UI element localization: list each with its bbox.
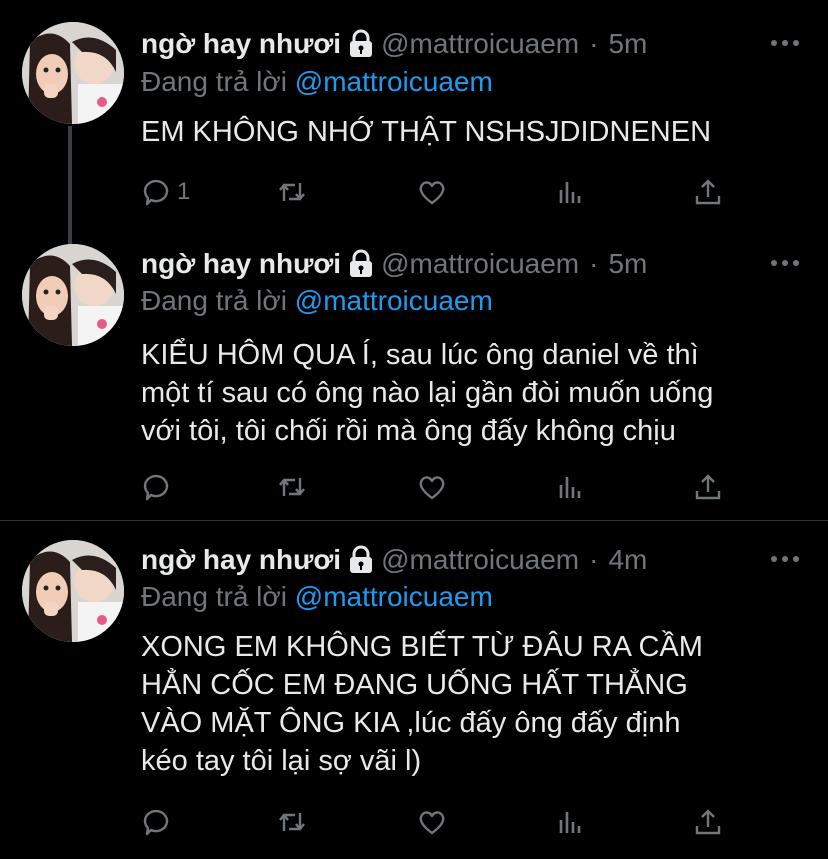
tweet-text-line: KIỂU HÔM QUA Í, sau lúc ông daniel về th… <box>141 339 699 371</box>
more-options-icon[interactable] <box>770 258 800 268</box>
timestamp[interactable]: 5m <box>608 248 647 280</box>
avatar[interactable] <box>22 540 124 642</box>
tweet-text-line: kéo tay tôi lại sợ vãi l) <box>141 745 422 777</box>
lock-icon <box>347 29 375 59</box>
more-options-icon[interactable] <box>770 38 800 48</box>
more-options-icon[interactable] <box>770 554 800 564</box>
tweet-header: ngờ hay nhươi @mattroicuaem · 5m <box>141 246 647 282</box>
user-handle[interactable]: @mattroicuaem <box>381 248 579 280</box>
replying-to: Đang trả lời @mattroicuaem <box>141 581 493 613</box>
display-name[interactable]: ngờ hay nhươi <box>141 28 341 60</box>
share-icon <box>695 179 721 205</box>
mention-link[interactable]: @mattroicuaem <box>295 285 493 316</box>
lock-icon <box>347 249 375 279</box>
retweet-button[interactable] <box>277 470 307 504</box>
retweet-icon <box>279 478 305 496</box>
retweet-icon <box>279 813 305 831</box>
tweet-text-line: EM KHÔNG NHỚ THẬT NSHSJDIDNENEN <box>141 116 712 148</box>
thread-line <box>68 126 72 244</box>
replying-to: Đang trả lời @mattroicuaem <box>141 66 493 98</box>
tweet-text: EM KHÔNG NHỚ THẬT NSHSJDIDNENEN <box>141 113 801 151</box>
action-bar <box>141 805 731 839</box>
share-button[interactable] <box>693 175 723 209</box>
tweet-text: KIỂU HÔM QUA Í, sau lúc ông daniel về th… <box>141 336 801 450</box>
action-bar: 1 <box>141 175 731 209</box>
lock-icon <box>347 545 375 575</box>
avatar[interactable] <box>22 22 124 124</box>
mention-link[interactable]: @mattroicuaem <box>295 581 493 612</box>
tweet-3[interactable]: ngờ hay nhươi @mattroicuaem · 4m Đang tr… <box>0 521 828 859</box>
tweet-text-line: XONG EM KHÔNG BIẾT TỪ ĐÂU RA CẦM <box>141 631 703 663</box>
share-button[interactable] <box>693 470 723 504</box>
like-icon <box>419 811 445 835</box>
views-button[interactable] <box>555 175 585 209</box>
share-icon <box>695 474 721 500</box>
reply-icon <box>143 474 169 501</box>
reply-count: 1 <box>177 178 191 205</box>
like-icon <box>419 476 445 500</box>
reply-button[interactable]: 1 <box>141 175 190 209</box>
tweet-1[interactable]: ngờ hay nhươi @mattroicuaem · 5m Đang tr… <box>0 0 828 244</box>
views-icon <box>559 182 581 203</box>
like-button[interactable] <box>417 470 447 504</box>
views-button[interactable] <box>555 805 585 839</box>
views-icon <box>559 812 581 833</box>
tweet-text: XONG EM KHÔNG BIẾT TỪ ĐÂU RA CẦM HẲN CỐC… <box>141 628 801 780</box>
display-name[interactable]: ngờ hay nhươi <box>141 544 341 576</box>
replying-to-label: Đang trả lời <box>141 66 287 97</box>
retweet-button[interactable] <box>277 805 307 839</box>
like-icon <box>419 181 445 205</box>
replying-to: Đang trả lời @mattroicuaem <box>141 285 493 317</box>
share-button[interactable] <box>693 805 723 839</box>
user-handle[interactable]: @mattroicuaem <box>381 28 579 60</box>
tweet-2[interactable]: ngờ hay nhươi @mattroicuaem · 5m Đang tr… <box>0 240 828 520</box>
timestamp[interactable]: 5m <box>608 28 647 60</box>
views-button[interactable] <box>555 470 585 504</box>
user-handle[interactable]: @mattroicuaem <box>381 544 579 576</box>
tweet-header: ngờ hay nhươi @mattroicuaem · 5m <box>141 26 647 62</box>
replying-to-label: Đang trả lời <box>141 581 287 612</box>
like-button[interactable] <box>417 175 447 209</box>
display-name[interactable]: ngờ hay nhươi <box>141 248 341 280</box>
timestamp[interactable]: 4m <box>608 544 647 576</box>
replying-to-label: Đang trả lời <box>141 285 287 316</box>
reply-button[interactable] <box>141 805 171 839</box>
views-icon <box>559 477 581 498</box>
tweet-text-line: HẲN CỐC EM ĐANG UỐNG HẤT THẲNG <box>141 669 688 701</box>
retweet-icon <box>279 183 305 201</box>
tweet-text-line: với tôi, tôi chối rồi mà ông đấy không c… <box>141 415 676 447</box>
like-button[interactable] <box>417 805 447 839</box>
reply-button[interactable] <box>141 470 171 504</box>
action-bar <box>141 470 731 504</box>
tweet-text-line: một tí sau có ông nào lại gần đòi muốn u… <box>141 377 714 409</box>
retweet-button[interactable] <box>277 175 307 209</box>
mention-link[interactable]: @mattroicuaem <box>295 66 493 97</box>
separator-dot: · <box>589 28 599 59</box>
share-icon <box>695 809 721 835</box>
separator-dot: · <box>589 248 599 279</box>
tweet-text-line: VÀO MẶT ÔNG KIA ,lúc đấy ông đấy định <box>141 707 681 739</box>
separator-dot: · <box>589 544 599 575</box>
tweet-header: ngờ hay nhươi @mattroicuaem · 4m <box>141 542 647 578</box>
avatar[interactable] <box>22 244 124 346</box>
reply-icon <box>143 179 169 206</box>
reply-icon <box>143 809 169 836</box>
